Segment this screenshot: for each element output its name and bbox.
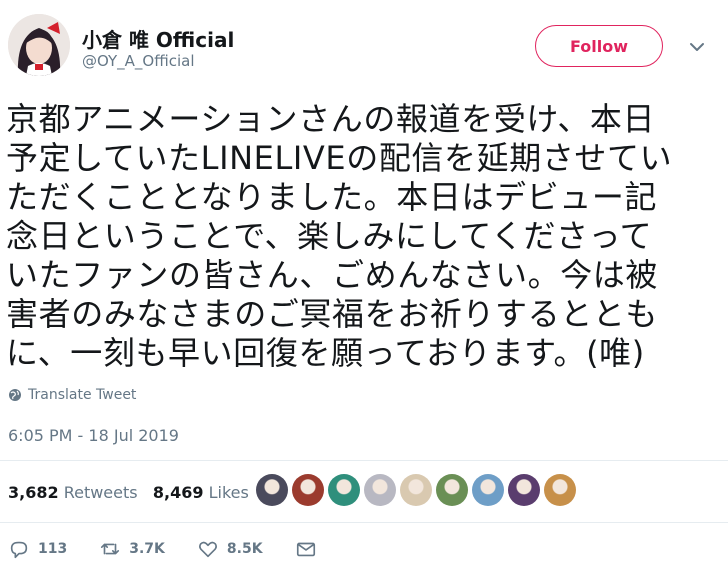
tweet-timestamp[interactable]: 6:05 PM - 18 Jul 2019 xyxy=(8,426,179,445)
tweet-line: 予定していたLINELIVEの配信を延期させてい xyxy=(6,139,673,177)
liker-avatar[interactable] xyxy=(400,474,432,506)
divider xyxy=(0,522,728,523)
translate-tweet-link[interactable]: Translate Tweet xyxy=(8,387,136,403)
like-button[interactable]: 8.5K xyxy=(197,538,263,560)
liker-avatar[interactable] xyxy=(364,474,396,506)
tweet-line: 念日ということで、楽しみにしてくださって xyxy=(6,217,653,255)
heart-icon xyxy=(198,541,217,558)
liker-avatar[interactable] xyxy=(256,474,288,506)
tweet-actions: 113 3.7K 8.5K xyxy=(8,538,349,560)
follow-button[interactable]: Follow xyxy=(535,25,663,67)
author-name[interactable]: 小倉 唯 Official xyxy=(82,24,234,53)
tweet-line: いたファンの皆さん、ごめんなさい。今は被 xyxy=(6,256,659,294)
profile-photo-icon xyxy=(8,14,70,76)
chevron-down-icon[interactable] xyxy=(688,38,706,56)
globe-icon xyxy=(9,389,21,401)
translate-label: Translate Tweet xyxy=(28,387,137,403)
tweet-line: 害者のみなさまのご冥福をお祈りするととも xyxy=(6,295,659,333)
reply-icon xyxy=(10,541,28,559)
author-handle[interactable]: @OY_A_Official xyxy=(82,52,195,70)
retweets-stat[interactable]: 3,682 Retweets xyxy=(8,483,138,502)
envelope-icon xyxy=(296,542,315,557)
retweets-label: Retweets xyxy=(63,483,138,502)
divider xyxy=(0,460,728,461)
tweet-text: 京都アニメーションさんの報道を受け、本日 予定していたLINELIVEの配信を延… xyxy=(6,100,718,373)
tweet-line: ただくこととなりました。本日はデビュー記 xyxy=(6,178,658,216)
liker-avatar[interactable] xyxy=(472,474,504,506)
reply-button[interactable]: 113 xyxy=(8,538,67,560)
likes-stat[interactable]: 8,469 Likes xyxy=(153,483,249,502)
direct-message-button[interactable] xyxy=(295,538,317,560)
likers-avatars xyxy=(256,474,576,506)
avatar[interactable] xyxy=(8,14,70,76)
liker-avatar[interactable] xyxy=(292,474,324,506)
tweet-line: に、一刻も早い回復を願っております。(唯) xyxy=(6,334,645,372)
like-count: 8.5K xyxy=(226,541,263,557)
likes-label: Likes xyxy=(208,483,249,502)
retweet-count: 3.7K xyxy=(129,541,165,557)
liker-avatar[interactable] xyxy=(544,474,576,506)
liker-avatar[interactable] xyxy=(508,474,540,506)
liker-avatar[interactable] xyxy=(328,474,360,506)
retweets-count: 3,682 xyxy=(8,483,59,502)
reply-count: 113 xyxy=(38,541,68,557)
likes-count: 8,469 xyxy=(152,483,204,502)
tweet-stats: 3,682 Retweets 8,469 Likes xyxy=(8,483,249,502)
retweet-icon xyxy=(101,543,120,555)
tweet-line: 京都アニメーションさんの報道を受け、本日 xyxy=(6,100,656,138)
retweet-button[interactable]: 3.7K xyxy=(99,538,165,560)
liker-avatar[interactable] xyxy=(436,474,468,506)
